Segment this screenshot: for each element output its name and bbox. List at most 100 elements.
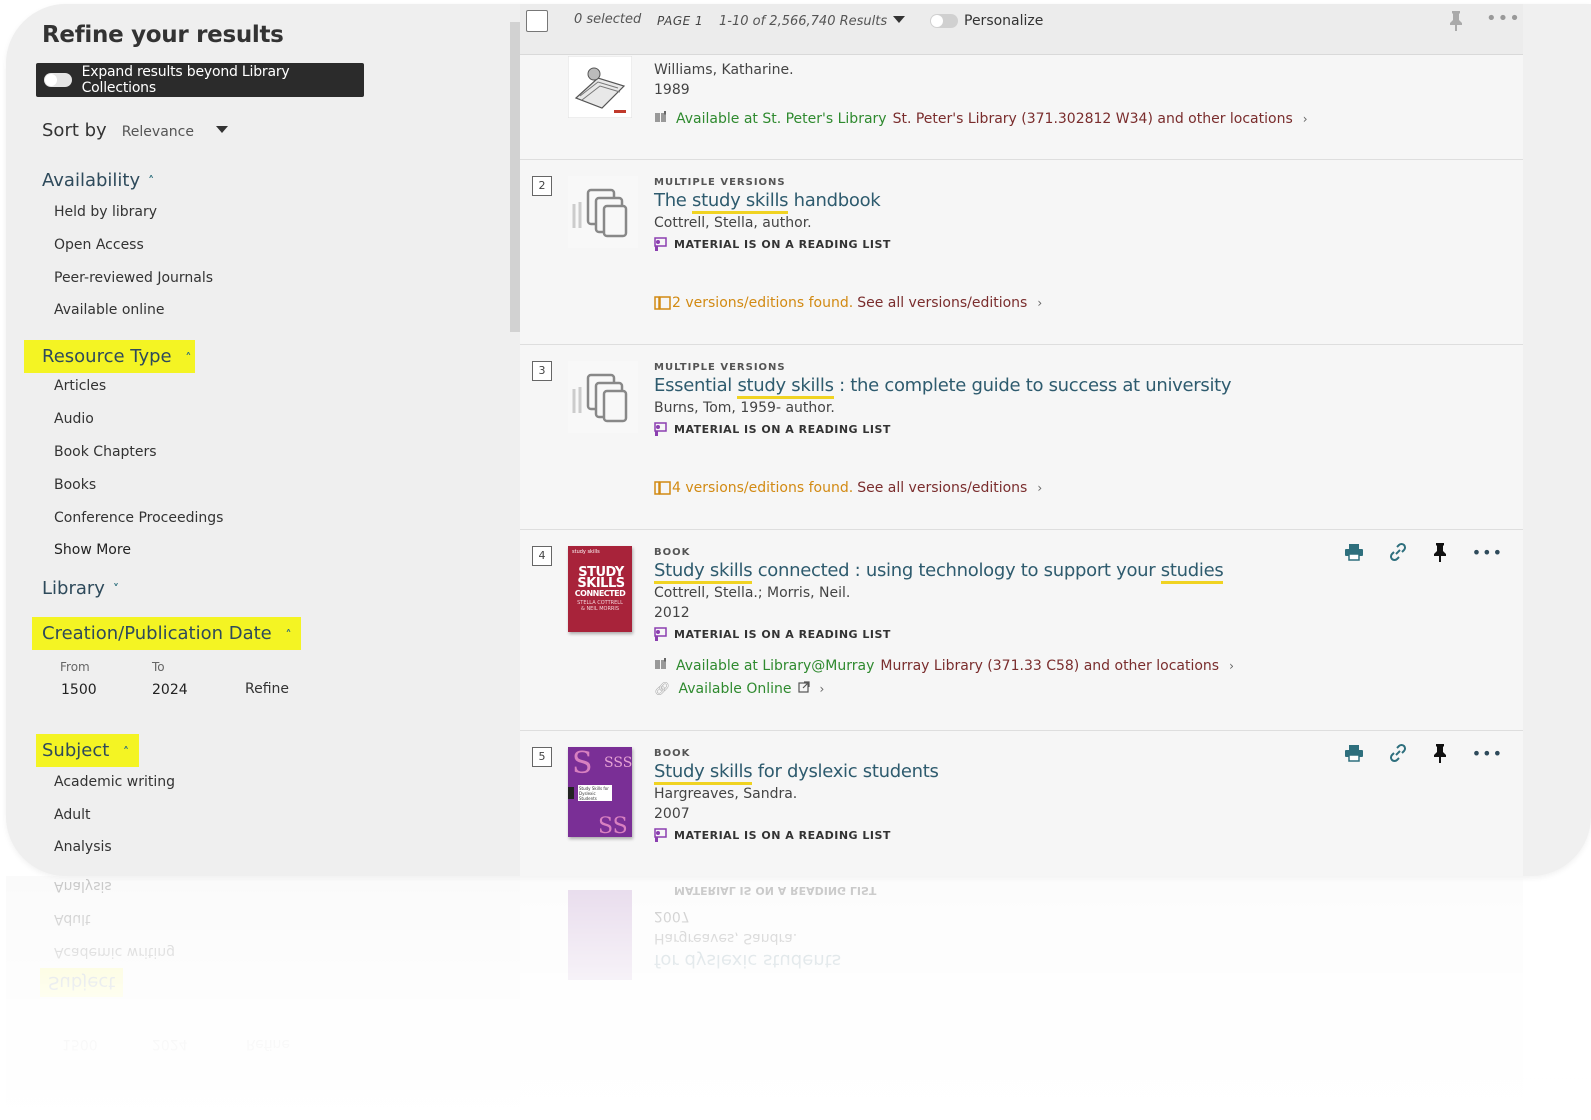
book-cover[interactable]: S SSS SS Study Skills for Dyslexic Stude… xyxy=(568,747,632,837)
facet-library-heading[interactable]: Library ˅ xyxy=(42,578,119,599)
sort-caret-icon[interactable] xyxy=(215,126,228,133)
link-icon[interactable] xyxy=(1388,743,1408,763)
result-body: BOOK Study skills connected : using tech… xyxy=(654,547,1234,697)
availability-line[interactable]: Available at Library@Murray Murray Libra… xyxy=(654,657,1234,675)
more-icon[interactable]: ••• xyxy=(1486,8,1521,29)
facet-item-analysis[interactable]: Analysis xyxy=(54,839,112,855)
results-panel: 0 selected PAGE 1 1-10 of 2,566,740 Resu… xyxy=(520,4,1523,876)
facet-item-book-chapters[interactable]: Book Chapters xyxy=(54,444,157,460)
multiple-versions-icon[interactable] xyxy=(568,176,638,248)
facet-item-books[interactable]: Books xyxy=(54,477,96,493)
reading-list-icon xyxy=(654,828,667,842)
title-part: connected : using technology to support … xyxy=(752,560,1161,581)
sidebar-title: Refine your results xyxy=(42,22,284,48)
book-location-icon xyxy=(654,657,676,675)
results-caret-icon[interactable] xyxy=(893,16,905,23)
facet-item-adult[interactable]: Adult xyxy=(54,807,90,823)
pin-icon[interactable] xyxy=(1432,542,1448,562)
title-part: : the complete guide to success at unive… xyxy=(833,375,1232,396)
expand-results-toggle[interactable]: Expand results beyond Library Collection… xyxy=(36,63,364,97)
availability-line[interactable]: Available at St. Peter's Library St. Pet… xyxy=(654,110,1308,128)
facet-item-peer-reviewed[interactable]: Peer-reviewed Journals xyxy=(54,270,213,286)
arrow-right-icon[interactable]: › xyxy=(820,682,825,696)
online-access-line[interactable]: 🔗︎ Available Online › xyxy=(654,681,1234,697)
facet-date-heading[interactable]: Creation/Publication Date ˄ xyxy=(32,617,302,650)
result-actions: ••• xyxy=(1344,542,1503,562)
cover-text: & NEIL MORRIS xyxy=(580,606,620,612)
facet-item-articles[interactable]: Articles xyxy=(54,378,106,394)
result-thumbnail[interactable] xyxy=(567,55,633,119)
facet-item-available-online[interactable]: Available online xyxy=(54,302,165,318)
link-icon[interactable] xyxy=(1388,542,1408,562)
title-highlight: study skills xyxy=(692,190,789,214)
result-title-link[interactable]: Study skills connected : using technolog… xyxy=(654,560,1234,584)
facet-heading-label: Availability xyxy=(42,170,141,191)
result-body: MULTIPLE VERSIONS The study skills handb… xyxy=(654,177,1042,311)
facet-item-open-access[interactable]: Open Access xyxy=(54,237,144,253)
more-icon[interactable]: ••• xyxy=(1472,744,1503,763)
chevron-up-icon[interactable]: ˄ xyxy=(285,628,291,642)
reading-list-label: MATERIAL IS ON A READING LIST xyxy=(674,828,891,842)
book-cover[interactable]: study skills STUDY SKILLS CONNECTED STEL… xyxy=(568,546,632,632)
result-year: 2012 xyxy=(654,605,690,621)
chevron-up-icon[interactable]: ˄ xyxy=(185,351,191,365)
facet-item-held-by-library[interactable]: Held by library xyxy=(54,204,157,220)
result-title-link[interactable]: Essential study skills : the complete gu… xyxy=(654,375,1232,399)
facet-subject-heading[interactable]: Subject ˄ xyxy=(36,734,140,767)
date-from-input[interactable]: 1500 xyxy=(61,682,97,698)
result-author: Cottrell, Stella, author. xyxy=(654,215,812,231)
cover-text: STUDY xyxy=(578,565,624,580)
print-icon[interactable] xyxy=(1344,543,1364,561)
versions-line[interactable]: 4 versions/editions found. See all versi… xyxy=(654,480,1231,496)
chevron-down-icon[interactable]: ˅ xyxy=(113,582,119,596)
result-title-link[interactable]: Study skills for dyslexic students xyxy=(654,761,939,785)
highlight: Subject ˄ xyxy=(36,734,140,767)
more-icon[interactable]: ••• xyxy=(1472,543,1503,562)
arrow-right-icon[interactable]: › xyxy=(1037,481,1042,495)
result-item: 2 MULTIPLE VERSIONS The study skills han… xyxy=(520,160,1523,345)
toggle-icon[interactable] xyxy=(44,73,72,87)
external-link-icon[interactable] xyxy=(797,681,810,697)
arrow-right-icon[interactable]: › xyxy=(1229,659,1234,673)
facet-availability-heading[interactable]: Availability ˄ xyxy=(42,170,154,191)
sort-label: Sort by xyxy=(42,120,107,141)
facet-heading-label: Subject xyxy=(42,740,110,761)
multiple-versions-icon[interactable] xyxy=(568,361,638,433)
personalize-toggle[interactable] xyxy=(930,14,958,28)
selected-count: 0 selected xyxy=(574,12,642,27)
arrow-right-icon[interactable]: › xyxy=(1303,112,1308,126)
title-highlight: study skills xyxy=(737,375,834,399)
select-all-checkbox[interactable] xyxy=(526,10,548,32)
chevron-up-icon[interactable]: ˄ xyxy=(148,174,154,188)
availability-status: Available at St. Peter's Library xyxy=(676,111,887,127)
facet-item-audio[interactable]: Audio xyxy=(54,411,94,427)
pin-icon[interactable] xyxy=(1432,743,1448,763)
result-item: Williams, Katharine. 1989 Available at S… xyxy=(520,54,1523,160)
sidebar-scrollbar[interactable] xyxy=(510,22,520,332)
print-icon[interactable] xyxy=(1344,744,1364,762)
reading-list-label: MATERIAL IS ON A READING LIST xyxy=(674,627,891,641)
sort-select[interactable]: Relevance xyxy=(122,124,194,140)
title-part: for dyslexic students xyxy=(752,761,939,782)
result-body: Williams, Katharine. 1989 Available at S… xyxy=(654,62,1308,128)
svg-text:SS: SS xyxy=(598,814,628,837)
available-online-link[interactable]: Available Online xyxy=(679,681,792,697)
show-more-link[interactable]: Show More xyxy=(54,542,131,558)
title-part: The xyxy=(654,190,692,211)
facet-resource-type-heading[interactable]: Resource Type ˄ xyxy=(24,340,196,373)
see-all-versions-link[interactable]: See all versions/editions xyxy=(857,480,1027,496)
refine-date-button[interactable]: Refine xyxy=(245,681,289,697)
facet-item-academic-writing[interactable]: Academic writing xyxy=(54,774,175,790)
date-to-input[interactable]: 2024 xyxy=(152,682,188,698)
reflection-fade xyxy=(6,876,1591,1120)
facet-item-conference-proceedings[interactable]: Conference Proceedings xyxy=(54,510,223,526)
chevron-up-icon[interactable]: ˄ xyxy=(123,745,129,759)
pin-icon[interactable] xyxy=(1448,10,1464,36)
result-type: BOOK xyxy=(654,748,691,759)
see-all-versions-link[interactable]: See all versions/editions xyxy=(857,295,1027,311)
versions-count: 4 versions/editions found. xyxy=(672,480,854,496)
arrow-right-icon[interactable]: › xyxy=(1037,296,1042,310)
reading-list-icon xyxy=(654,237,667,251)
versions-line[interactable]: 2 versions/editions found. See all versi… xyxy=(654,295,1042,311)
result-title-link[interactable]: The study skills handbook xyxy=(654,190,1042,214)
